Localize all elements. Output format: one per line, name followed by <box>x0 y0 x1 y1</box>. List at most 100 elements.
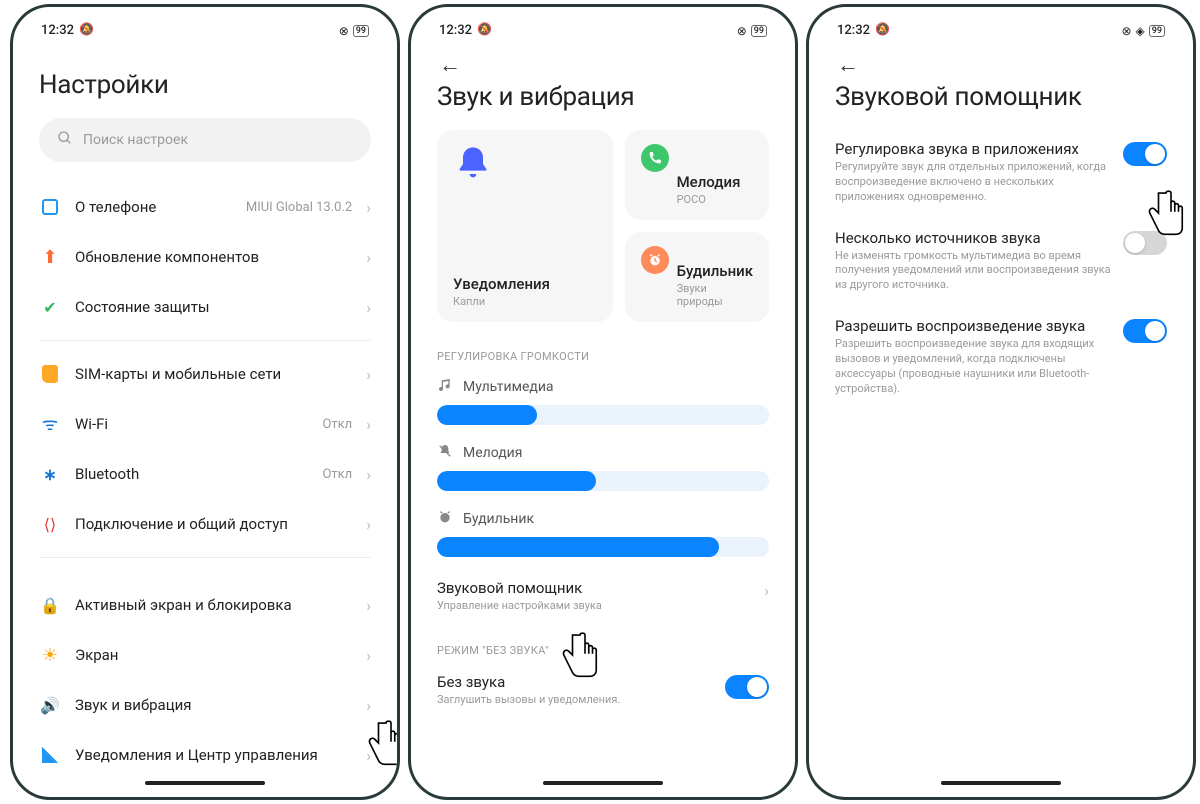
settings-item-wi-fi[interactable]: ᯤ Wi-Fi Откл › <box>39 399 371 449</box>
settings-item-экран[interactable]: ☀Экран› <box>39 630 371 680</box>
divider <box>39 557 371 558</box>
option-sub: Регулируйте звук для отдельных приложени… <box>835 160 1111 205</box>
item-label: Уведомления и Центр управления <box>75 746 352 764</box>
status-time: 12:32 <box>439 23 472 38</box>
status-time: 12:32 <box>41 23 74 38</box>
chevron-right-icon: › <box>366 596 371 615</box>
settings-item-bluetooth[interactable]: ∗BluetoothОткл› <box>39 449 371 499</box>
card-title: Мелодия <box>677 173 753 191</box>
assistant-option-0[interactable]: Регулировка звука в приложениях Регулируй… <box>835 130 1167 219</box>
assistant-option-2[interactable]: Разрешить воспроизведение звукаРазрешить… <box>835 307 1167 410</box>
card-alarm[interactable]: Будильник Звуки природы <box>625 232 769 322</box>
settings-item-активный-экран-и-блокировка[interactable]: 🔒 Активный экран и блокировка › <box>39 580 371 630</box>
setting-title: Без звука <box>437 673 713 691</box>
mute-icon <box>80 24 94 38</box>
chevron-right-icon: › <box>366 465 371 484</box>
setting-title: Звуковой помощник <box>437 579 769 597</box>
settings-item-звук-и-вибрация[interactable]: 🔊 Звук и вибрация › <box>39 680 371 730</box>
shield-green-icon: ✔ <box>39 296 61 318</box>
search-icon <box>57 130 73 150</box>
status-bar: 12:32 ⊗ 99 <box>417 13 789 40</box>
grid-icon <box>39 744 61 766</box>
item-label: Bluetooth <box>75 465 308 483</box>
battery-indicator: 99 <box>751 25 767 37</box>
alarm-icon <box>641 246 669 274</box>
bell-mute-icon <box>437 443 453 463</box>
slider-track[interactable] <box>437 537 769 557</box>
chevron-right-icon: › <box>366 746 371 765</box>
bt-icon: ∗ <box>39 463 61 485</box>
lock-icon: 🔒 <box>39 594 61 616</box>
bell-icon <box>453 144 493 184</box>
battery-indicator: 99 <box>353 25 369 37</box>
card-sub: POCO <box>677 193 753 206</box>
settings-item-о-телефоне[interactable]: О телефоне MIUI Global 13.0.2 › <box>39 182 371 232</box>
chevron-right-icon: › <box>366 415 371 434</box>
home-indicator[interactable] <box>145 781 265 785</box>
status-time: 12:32 <box>837 23 870 38</box>
settings-item-подключение-и-общий-доступ[interactable]: ⟨⟩Подключение и общий доступ› <box>39 499 371 549</box>
back-button[interactable]: ← <box>437 40 467 78</box>
item-label: SIM-карты и мобильные сети <box>75 365 352 383</box>
wifi-icon: ◈ <box>1136 24 1145 38</box>
sound-assistant-row[interactable]: Звуковой помощник Управление настройками… <box>437 567 769 626</box>
search-input[interactable]: Поиск настроек <box>39 118 371 162</box>
item-label: Активный экран и блокировка <box>75 596 352 614</box>
item-value: Откл <box>322 417 352 432</box>
settings-item-sim-карты-и-мобильные-сети[interactable]: SIM-карты и мобильные сети› <box>39 349 371 399</box>
link-icon: ⟨⟩ <box>39 513 61 535</box>
option-toggle[interactable] <box>1123 319 1167 343</box>
option-toggle[interactable] <box>1123 231 1167 255</box>
silent-toggle[interactable] <box>725 675 769 699</box>
phone-icon <box>641 144 669 172</box>
setting-sub: Заглушить вызовы и уведомления. <box>437 693 713 708</box>
option-title: Регулировка звука в приложениях <box>835 140 1111 158</box>
item-label: Обновление компонентов <box>75 248 352 266</box>
item-label: Звук и вибрация <box>75 696 352 714</box>
alarm-icon <box>437 509 453 529</box>
wifi-icon: ᯤ <box>39 413 61 435</box>
page-title: Звуковой помощник <box>835 78 1167 130</box>
home-indicator[interactable] <box>941 781 1061 785</box>
music-icon <box>437 377 453 397</box>
chevron-right-icon: › <box>366 696 371 715</box>
speaker-icon: 🔊 <box>39 694 61 716</box>
sim-icon <box>39 363 61 385</box>
option-toggle[interactable] <box>1123 142 1167 166</box>
section-header-silent: РЕЖИМ "БЕЗ ЗВУКА" <box>437 626 769 663</box>
option-sub: Не изменять громкость мультимедиа во вре… <box>835 249 1111 294</box>
settings-item-состояние-защиты[interactable]: ✔Состояние защиты› <box>39 282 371 332</box>
settings-item-уведомления-и-центр-управления[interactable]: Уведомления и Центр управления › <box>39 730 371 780</box>
card-ringtone[interactable]: Мелодия POCO <box>625 130 769 220</box>
volume-slider-будильник[interactable]: Будильник <box>437 501 769 567</box>
chevron-right-icon: › <box>764 581 769 600</box>
assistant-option-1[interactable]: Несколько источников звука Не изменять гр… <box>835 219 1167 308</box>
no-sim-icon: ⊗ <box>339 24 349 38</box>
item-label: Wi-Fi <box>75 415 308 433</box>
silent-mode-row[interactable]: Без звука Заглушить вызовы и уведомления… <box>437 663 769 722</box>
settings-item-обновление-компонентов[interactable]: ⬆Обновление компонентов› <box>39 232 371 282</box>
volume-slider-мультимедиа[interactable]: Мультимедиа <box>437 369 769 435</box>
back-button[interactable]: ← <box>835 40 865 78</box>
card-notifications[interactable]: Уведомления Капли <box>437 130 613 322</box>
section-header-volume: РЕГУЛИРОВКА ГРОМКОСТИ <box>437 332 769 369</box>
battery-indicator: 99 <box>1149 25 1165 37</box>
mute-icon <box>478 24 492 38</box>
mute-icon <box>876 24 890 38</box>
home-indicator[interactable] <box>543 781 663 785</box>
card-sub: Капли <box>453 295 597 308</box>
option-sub: Разрешить воспроизведение звука для вход… <box>835 337 1111 396</box>
no-sim-icon: ⊗ <box>1121 24 1131 38</box>
volume-slider-мелодия[interactable]: Мелодия <box>437 435 769 501</box>
chevron-right-icon: › <box>366 248 371 267</box>
option-title: Несколько источников звука <box>835 229 1111 247</box>
card-title: Будильник <box>677 262 753 280</box>
item-label: Состояние защиты <box>75 298 352 316</box>
chevron-right-icon: › <box>366 198 371 217</box>
slider-track[interactable] <box>437 405 769 425</box>
item-label: О телефоне <box>75 198 232 216</box>
item-value: MIUI Global 13.0.2 <box>246 200 352 215</box>
sun-icon: ☀ <box>39 644 61 666</box>
status-bar: 12:32 ⊗ ◈ 99 <box>815 13 1187 40</box>
slider-track[interactable] <box>437 471 769 491</box>
